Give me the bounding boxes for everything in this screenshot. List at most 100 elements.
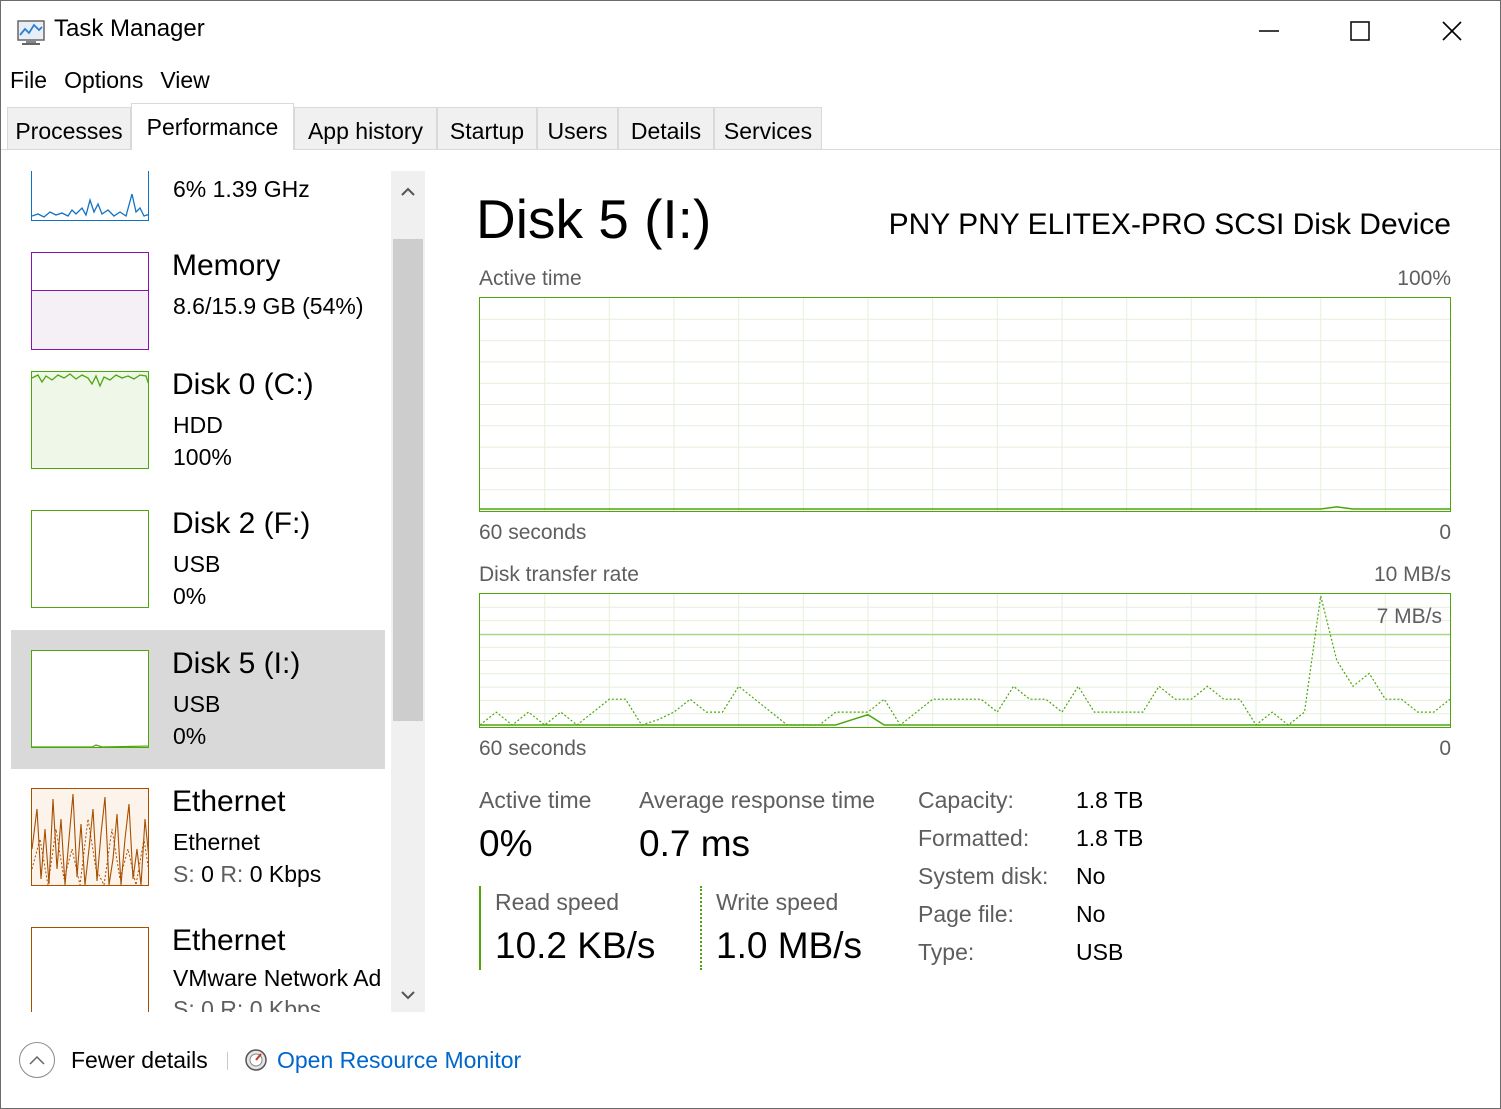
send-label: S: xyxy=(173,861,195,887)
ethernet-1-name: Ethernet xyxy=(173,829,260,855)
resource-monitor-icon[interactable] xyxy=(244,1048,268,1072)
ethernet-1-title: Ethernet xyxy=(172,785,286,818)
transfer-rate-chart-min: 0 xyxy=(1439,737,1451,760)
active-time-label: Active time xyxy=(479,787,592,813)
system-disk-label: System disk: xyxy=(918,863,1049,889)
disk-title: Disk 5 (I:) xyxy=(476,188,712,250)
fewer-details-button[interactable]: Fewer details xyxy=(71,1047,208,1074)
tab-app-history[interactable]: App history xyxy=(294,107,437,149)
avg-response-label: Average response time xyxy=(639,787,876,813)
memory-thumbnail xyxy=(31,252,149,350)
ethernet-2-thumbnail xyxy=(31,927,149,1012)
active-time-chart-max: 100% xyxy=(1397,267,1451,290)
device-name: PNY PNY ELITEX-PRO SCSI Disk Device xyxy=(888,208,1451,241)
close-icon xyxy=(1442,21,1462,41)
scroll-up-button[interactable] xyxy=(391,175,425,209)
fewer-details-chevron-icon xyxy=(29,1055,45,1065)
avg-response-value: 0.7 ms xyxy=(639,823,751,864)
read-speed-line xyxy=(480,713,1450,726)
memory-title: Memory xyxy=(172,249,281,282)
read-speed-value: 10.2 KB/s xyxy=(495,925,656,966)
active-time-chart-svg xyxy=(480,298,1450,511)
disk-5-title: Disk 5 (I:) xyxy=(172,647,301,680)
read-speed-label: Read speed xyxy=(495,889,620,915)
sidebar-item-ethernet-2[interactable]: Ethernet VMware Network Ad S: 0 R: 0 Kbp… xyxy=(11,912,385,1012)
ethernet-2-name: VMware Network Ad xyxy=(173,965,382,991)
menu-bar: File Options View xyxy=(1,63,218,97)
task-manager-icon xyxy=(17,20,45,45)
sidebar-item-ethernet-1[interactable]: Ethernet Ethernet S: 0 R: 0 Kbps xyxy=(11,773,385,912)
transfer-rate-chart-duration: 60 seconds xyxy=(479,737,587,760)
disk-0-type: HDD xyxy=(173,412,223,438)
page-file-value: No xyxy=(1076,901,1106,927)
active-time-chart-label: Active time xyxy=(479,267,582,290)
disk-0-usage: 100% xyxy=(173,444,232,470)
read-speed-legend xyxy=(479,886,481,970)
transfer-rate-chart: 7 MB/s xyxy=(479,593,1451,728)
system-disk-value: No xyxy=(1076,863,1106,889)
active-time-chart-duration: 60 seconds xyxy=(479,521,587,544)
disk-2-title: Disk 2 (F:) xyxy=(172,507,311,540)
chevron-down-icon xyxy=(401,991,415,1000)
cpu-mini-graph xyxy=(32,193,148,218)
disk-5-type: USB xyxy=(173,691,221,717)
sidebar-item-disk-5[interactable]: Disk 5 (I:) USB 0% xyxy=(11,630,385,769)
tab-startup[interactable]: Startup xyxy=(437,107,537,149)
transfer-rate-chart-label: Disk transfer rate xyxy=(479,563,639,586)
transfer-rate-marker: 7 MB/s xyxy=(1376,605,1442,628)
tab-users[interactable]: Users xyxy=(537,107,618,149)
write-speed-legend xyxy=(700,886,702,970)
active-time-chart-min: 0 xyxy=(1439,521,1451,544)
formatted-label: Formatted: xyxy=(918,825,1030,851)
menu-options[interactable]: Options xyxy=(55,63,151,97)
resource-list: 6% 1.39 GHz Memory 8.6/15.9 GB (54%) Dis… xyxy=(11,171,423,1012)
capacity-value: 1.8 TB xyxy=(1076,787,1144,813)
menu-file[interactable]: File xyxy=(1,63,55,97)
window-title: Task Manager xyxy=(54,15,205,42)
maximize-icon xyxy=(1350,21,1370,41)
transfer-rate-chart-svg xyxy=(480,594,1450,727)
close-button[interactable] xyxy=(1406,1,1498,61)
tab-processes[interactable]: Processes xyxy=(7,107,131,149)
minimize-icon xyxy=(1259,30,1279,32)
active-time-line xyxy=(480,506,1450,510)
type-label: Type: xyxy=(918,939,975,965)
sidebar-item-disk-0[interactable]: Disk 0 (C:) HDD 100% xyxy=(11,356,385,495)
memory-usage-text: 8.6/15.9 GB (54%) xyxy=(173,293,364,319)
menu-view[interactable]: View xyxy=(151,63,217,97)
active-time-value: 0% xyxy=(479,823,533,864)
open-resource-monitor-link[interactable]: Open Resource Monitor xyxy=(277,1047,521,1074)
disk-0-mini-graph xyxy=(32,373,148,388)
task-manager-window: Task Manager File Options View Processes… xyxy=(0,0,1501,1109)
chevron-up-circle-icon[interactable] xyxy=(19,1042,55,1078)
sidebar-item-disk-2[interactable]: Disk 2 (F:) USB 0% xyxy=(11,495,385,634)
cpu-thumbnail xyxy=(31,171,149,221)
cpu-usage-text: 6% 1.39 GHz xyxy=(173,176,310,202)
scroll-thumb[interactable] xyxy=(393,239,423,721)
ethernet-1-throughput: S: 0 R: 0 Kbps xyxy=(173,861,321,888)
page-file-label: Page file: xyxy=(918,901,1014,927)
maximize-button[interactable] xyxy=(1314,1,1406,61)
disk-2-usage: 0% xyxy=(173,583,207,609)
formatted-value: 1.8 TB xyxy=(1076,825,1144,851)
footer: Fewer details Open Resource Monitor xyxy=(1,1026,1500,1106)
disk-2-type: USB xyxy=(173,551,221,577)
disk-5-usage: 0% xyxy=(173,723,207,749)
disk-0-thumbnail xyxy=(31,371,149,469)
ethernet-2-title: Ethernet xyxy=(172,924,286,957)
receive-label: R: xyxy=(220,861,244,887)
scroll-down-button[interactable] xyxy=(391,978,425,1012)
disk-0-title: Disk 0 (C:) xyxy=(172,368,314,401)
tab-performance[interactable]: Performance xyxy=(131,103,294,150)
disk-5-mini-graph xyxy=(32,744,148,747)
tab-details[interactable]: Details xyxy=(618,107,714,149)
disk-2-thumbnail xyxy=(31,510,149,608)
write-speed-label: Write speed xyxy=(716,889,839,915)
tab-services[interactable]: Services xyxy=(714,107,822,149)
sidebar-scrollbar[interactable] xyxy=(391,171,425,1012)
write-speed-value: 1.0 MB/s xyxy=(716,925,862,966)
minimize-button[interactable] xyxy=(1223,1,1315,61)
ethernet-2-throughput: S: 0 R: 0 Kbps xyxy=(173,996,322,1012)
title-bar[interactable]: Task Manager xyxy=(1,1,1500,61)
type-value: USB xyxy=(1076,939,1124,965)
